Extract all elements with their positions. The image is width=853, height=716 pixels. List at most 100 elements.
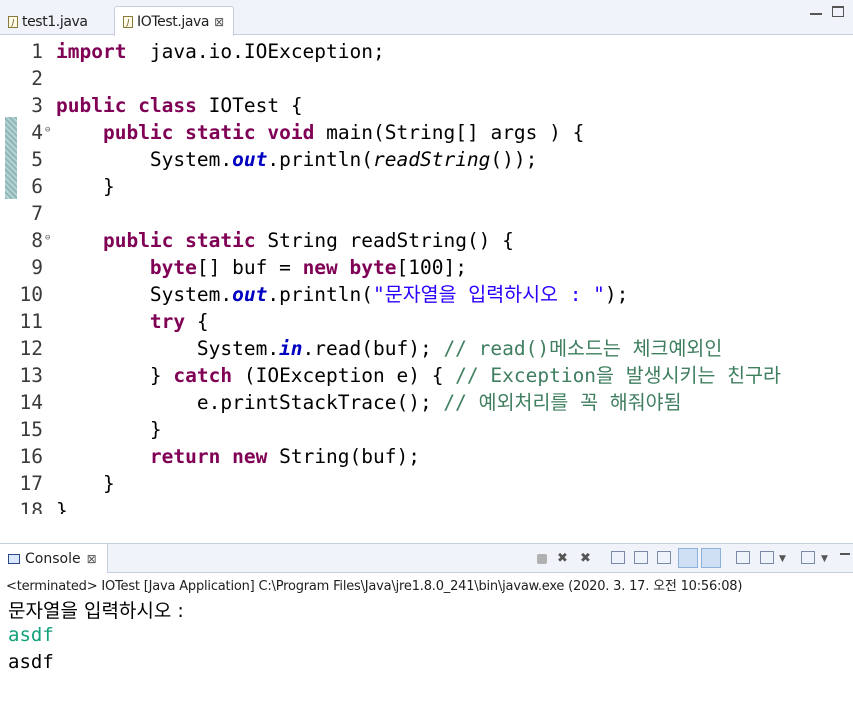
code-token: [] buf = bbox=[196, 256, 303, 279]
code-token: String readString() { bbox=[255, 229, 514, 252]
code-token: public bbox=[102, 121, 174, 144]
word-wrap-icon[interactable] bbox=[657, 551, 671, 564]
code-token: ()); bbox=[490, 148, 538, 171]
code-text: System.in.read(buf); // read()메소드는 체크예외인 bbox=[56, 335, 722, 362]
pin-console-icon[interactable] bbox=[736, 551, 750, 564]
code-token: import bbox=[56, 40, 127, 63]
code-token: public bbox=[102, 229, 174, 252]
remove-all-icon[interactable]: ✖ bbox=[580, 551, 591, 566]
minimize-icon[interactable] bbox=[810, 6, 822, 15]
code-token: [100]; bbox=[396, 256, 467, 279]
code-token: } bbox=[56, 418, 162, 441]
maximize-icon[interactable] bbox=[832, 6, 844, 17]
line-number: 17 bbox=[19, 472, 43, 495]
code-token: (IOException e) { bbox=[232, 364, 456, 387]
open-console-icon[interactable] bbox=[801, 551, 815, 564]
line-number: 3 bbox=[31, 94, 43, 117]
code-text: } bbox=[56, 470, 115, 497]
code-text: System.out.println("문자열을 입력하시오 : "); bbox=[56, 281, 629, 308]
display-console-icon[interactable] bbox=[760, 551, 774, 564]
scroll-lock-icon[interactable] bbox=[634, 551, 648, 564]
terminate-icon[interactable] bbox=[537, 554, 547, 564]
code-line[interactable]: 4 ⊖ public static void main(String[] args… bbox=[0, 119, 853, 146]
chevron-down-icon[interactable]: ▼ bbox=[821, 551, 828, 566]
code-line[interactable]: 15 } bbox=[0, 416, 853, 443]
code-line[interactable]: 17 } bbox=[0, 470, 853, 497]
code-token: System. bbox=[56, 283, 233, 306]
code-token: void bbox=[267, 121, 315, 144]
show-stderr-icon[interactable] bbox=[701, 548, 721, 568]
console-output-line: asdf bbox=[8, 651, 54, 673]
line-number: 16 bbox=[19, 445, 43, 468]
tab-console[interactable]: Console ⊠ bbox=[0, 544, 108, 573]
line-number: 4 bbox=[31, 121, 43, 144]
code-token: try bbox=[149, 310, 186, 333]
code-editor[interactable]: 1 import java.io.IOException; 2 3 public cla… bbox=[0, 36, 853, 514]
code-line[interactable]: 8 ⊖ public static String readString() { bbox=[0, 227, 853, 254]
minimize-icon[interactable] bbox=[840, 549, 850, 555]
show-stdout-icon[interactable] bbox=[678, 548, 698, 568]
remove-launch-icon[interactable]: ✖ bbox=[557, 551, 568, 566]
console-status: <terminated> IOTest [Java Application] C… bbox=[6, 579, 743, 594]
close-icon[interactable]: ⊠ bbox=[214, 15, 224, 29]
code-text: e.printStackTrace(); // 예외처리를 꼭 해줘야됨 bbox=[56, 389, 682, 416]
code-token: in bbox=[279, 337, 303, 360]
clear-console-icon[interactable] bbox=[611, 551, 625, 564]
code-line[interactable]: 12 System.in.read(buf); // read()메소드는 체크… bbox=[0, 335, 853, 362]
chevron-down-icon[interactable]: ▼ bbox=[779, 551, 786, 566]
java-file-icon: J bbox=[8, 15, 18, 28]
code-token: .println( bbox=[267, 148, 374, 171]
code-text: } bbox=[56, 416, 162, 443]
code-line[interactable]: 14 e.printStackTrace(); // 예외처리를 꼭 해줘야됨 bbox=[0, 389, 853, 416]
scroll-left-arrow-icon[interactable]: < bbox=[59, 513, 70, 514]
code-token: byte bbox=[349, 256, 397, 279]
code-token: byte bbox=[149, 256, 197, 279]
code-token: } bbox=[56, 364, 174, 387]
java-file-icon: J bbox=[123, 15, 133, 28]
line-number: 12 bbox=[19, 337, 43, 360]
line-number: 8 bbox=[31, 229, 43, 252]
code-line[interactable]: 5 System.out.println(readString()); bbox=[0, 146, 853, 173]
code-line[interactable]: 2 bbox=[0, 65, 853, 92]
code-line[interactable]: 7 bbox=[0, 200, 853, 227]
code-token: args bbox=[490, 121, 538, 144]
code-line[interactable]: 3 public class IOTest { bbox=[0, 92, 853, 119]
code-line[interactable]: 13 } catch (IOException e) { // Exceptio… bbox=[0, 362, 853, 389]
code-token: return bbox=[149, 445, 221, 468]
code-line[interactable]: 11 try { bbox=[0, 308, 853, 335]
line-number: 18 bbox=[19, 499, 43, 514]
editor-tab-bar: J test1.java J IOTest.java ⊠ bbox=[0, 0, 853, 36]
scroll-right-arrow-icon[interactable]: > bbox=[837, 513, 848, 514]
tab-iotest-java[interactable]: J IOTest.java ⊠ bbox=[114, 6, 234, 36]
code-token: "문자열을 입력하시오 : " bbox=[373, 283, 605, 306]
code-line[interactable]: 16 return new String(buf); bbox=[0, 443, 853, 470]
line-number: 9 bbox=[31, 256, 43, 279]
code-line[interactable]: 10 System.out.println("문자열을 입력하시오 : "); bbox=[0, 281, 853, 308]
tab-label: test1.java bbox=[22, 13, 88, 30]
code-line[interactable]: 6 } bbox=[0, 173, 853, 200]
tab-test1-java[interactable]: J test1.java bbox=[0, 8, 108, 35]
code-token: IOTest { bbox=[196, 94, 303, 117]
code-line[interactable]: 1 import java.io.IOException; bbox=[0, 38, 853, 65]
line-number: 15 bbox=[19, 418, 43, 441]
line-number: 10 bbox=[19, 283, 43, 306]
code-token: out bbox=[232, 148, 268, 171]
fold-toggle-icon[interactable]: ⊖ bbox=[45, 119, 50, 141]
code-text: import java.io.IOException; bbox=[56, 38, 385, 65]
code-token: System. bbox=[56, 337, 280, 360]
code-token: public bbox=[56, 94, 127, 117]
code-token: class bbox=[138, 94, 197, 117]
line-number: 14 bbox=[19, 391, 43, 414]
code-token: // read()메소드는 체크예외인 bbox=[443, 337, 723, 360]
code-line[interactable]: 9 byte[] buf = new byte[100]; bbox=[0, 254, 853, 281]
close-icon[interactable]: ⊠ bbox=[87, 552, 97, 566]
line-number: 2 bbox=[31, 67, 43, 90]
fold-toggle-icon[interactable]: ⊖ bbox=[45, 227, 50, 249]
code-line[interactable]: 18} bbox=[0, 497, 853, 514]
code-token: String(buf); bbox=[267, 445, 420, 468]
code-token: new bbox=[232, 445, 268, 468]
code-token: } bbox=[56, 175, 115, 198]
